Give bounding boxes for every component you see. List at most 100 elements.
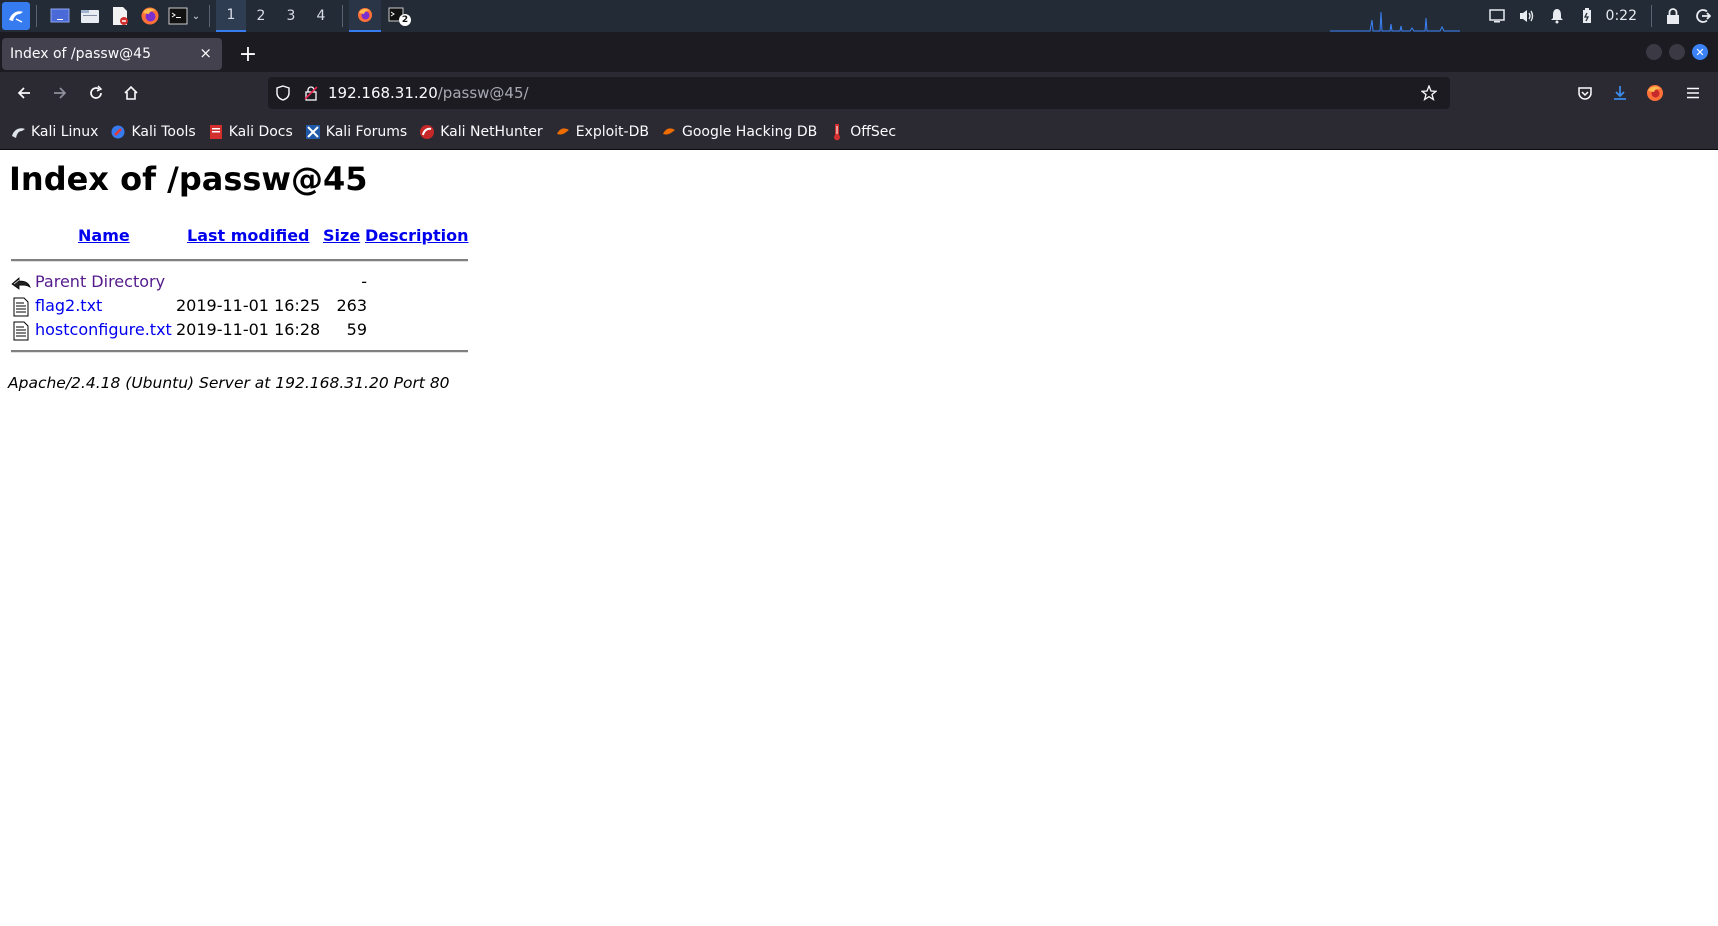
workspace-2[interactable]: 2 xyxy=(246,0,276,32)
table-row: flag2.txt 2019-11-01 16:25 263 xyxy=(9,295,469,319)
divider xyxy=(11,350,468,353)
tab-close-button[interactable]: × xyxy=(199,44,212,62)
file-manager-launcher[interactable] xyxy=(77,3,103,29)
bookmark-label: Kali Linux xyxy=(31,123,99,140)
notifications-tray-button[interactable] xyxy=(1542,8,1572,24)
account-button[interactable] xyxy=(1643,81,1667,105)
monitor-icon xyxy=(1488,9,1505,23)
reload-button[interactable] xyxy=(84,81,108,105)
url-text: 192.168.31.20/passw@45/ xyxy=(328,84,529,102)
sort-by-size[interactable]: Size xyxy=(323,226,360,245)
page-title: Index of /passw@45 xyxy=(9,160,368,198)
bookmark-kali-tools[interactable]: Kali Tools xyxy=(110,123,196,140)
workspace-4[interactable]: 4 xyxy=(306,0,336,32)
minimize-button[interactable] xyxy=(1646,44,1662,60)
taskbar-firefox[interactable] xyxy=(349,0,381,32)
taskbar-terminal[interactable]: 2 xyxy=(381,0,413,32)
star-icon xyxy=(1421,85,1437,101)
back-button[interactable] xyxy=(12,81,36,105)
bookmark-label: Kali Docs xyxy=(228,123,293,140)
bookmark-label: Exploit-DB xyxy=(575,123,649,140)
tracking-protection-button[interactable] xyxy=(274,84,292,102)
terminal-count-badge: 2 xyxy=(399,14,411,26)
firefox-icon xyxy=(141,7,159,25)
browser-tab-bar: Index of /passw@45 × + ✕ xyxy=(0,32,1718,72)
terminal-launcher[interactable] xyxy=(167,3,189,29)
menu-button[interactable] xyxy=(1681,81,1705,105)
firefox-account-icon xyxy=(1647,85,1663,101)
network-activity-graph xyxy=(1330,11,1460,32)
desktop-icon xyxy=(50,8,70,23)
pocket-button[interactable] xyxy=(1573,81,1597,105)
volume-tray-button[interactable] xyxy=(1512,8,1542,24)
panel-separator xyxy=(342,5,343,27)
shield-icon xyxy=(276,85,290,101)
entry-size: 263 xyxy=(336,296,367,315)
kali-dragon-icon xyxy=(9,11,23,23)
clock[interactable]: 0:22 xyxy=(1602,8,1645,24)
kali-tools-icon xyxy=(110,124,126,140)
text-editor-icon xyxy=(113,7,128,25)
sort-by-name[interactable]: Name xyxy=(78,226,130,245)
new-tab-button[interactable]: + xyxy=(234,40,262,68)
url-bar[interactable]: 192.168.31.20/passw@45/ xyxy=(268,77,1450,109)
bookmark-kali-forums[interactable]: Kali Forums xyxy=(305,124,407,140)
close-window-button[interactable]: ✕ xyxy=(1692,44,1708,60)
terminal-icon xyxy=(168,7,188,25)
file-link-flag2[interactable]: flag2.txt xyxy=(35,296,102,315)
bookmark-label: Kali Tools xyxy=(131,123,196,140)
bookmark-kali-linux[interactable]: Kali Linux xyxy=(10,124,98,140)
bookmark-kali-nethunter[interactable]: Kali NetHunter xyxy=(419,124,543,140)
ghdb-icon xyxy=(661,124,677,140)
workspace-label: 2 xyxy=(256,8,266,24)
bookmark-google-hacking-db[interactable]: Google Hacking DB xyxy=(661,124,817,140)
lock-icon xyxy=(1667,8,1679,24)
file-link-hostconfigure[interactable]: hostconfigure.txt xyxy=(35,320,172,339)
text-editor-launcher[interactable] xyxy=(107,3,133,29)
pocket-icon xyxy=(1578,87,1592,100)
page-content: Index of /passw@45 Name Last modified Si… xyxy=(0,150,1718,926)
entry-size: 59 xyxy=(346,320,367,339)
battery-tray-button[interactable] xyxy=(1572,8,1602,24)
tab-active[interactable]: Index of /passw@45 × xyxy=(2,38,222,70)
url-path: /passw@45/ xyxy=(437,84,529,102)
maximize-button[interactable] xyxy=(1669,44,1685,60)
logout-button[interactable] xyxy=(1688,8,1718,24)
bookmark-offsec[interactable]: OffSec xyxy=(829,123,896,140)
system-tray: 0:22 xyxy=(1482,0,1718,32)
firefox-launcher[interactable] xyxy=(137,3,163,29)
bookmark-star-button[interactable] xyxy=(1420,84,1438,102)
nethunter-icon xyxy=(419,124,435,140)
top-panel: ⌄ 1 2 3 4 2 0:22 xyxy=(0,0,1718,32)
table-row: Parent Directory - xyxy=(9,271,469,295)
panel-separator xyxy=(36,5,37,27)
workspace-3[interactable]: 3 xyxy=(276,0,306,32)
parent-directory-link[interactable]: Parent Directory xyxy=(35,272,165,291)
forward-button[interactable] xyxy=(48,81,72,105)
sort-by-description[interactable]: Description xyxy=(365,226,468,245)
display-tray-button[interactable] xyxy=(1482,9,1512,23)
workspace-label: 3 xyxy=(286,8,296,24)
sort-by-last-modified[interactable]: Last modified xyxy=(187,226,310,245)
workspace-1[interactable]: 1 xyxy=(216,0,246,32)
home-button[interactable] xyxy=(119,81,143,105)
bookmark-kali-docs[interactable]: Kali Docs xyxy=(208,124,293,140)
kali-forums-icon xyxy=(305,124,321,140)
tab-title: Index of /passw@45 xyxy=(10,46,151,62)
back-arrow-icon xyxy=(11,277,31,290)
workspace-label: 1 xyxy=(226,7,236,23)
downloads-button[interactable] xyxy=(1608,81,1632,105)
offsec-icon xyxy=(829,123,845,140)
terminal-dropdown[interactable]: ⌄ xyxy=(189,3,203,29)
kali-menu-button[interactable] xyxy=(2,2,30,30)
workspace-label: 4 xyxy=(316,8,326,24)
bookmark-label: Kali Forums xyxy=(325,123,408,140)
hamburger-menu-icon xyxy=(1687,87,1699,99)
lock-screen-button[interactable] xyxy=(1658,8,1688,24)
site-info-button[interactable] xyxy=(302,84,320,102)
show-desktop-launcher[interactable] xyxy=(47,3,73,29)
panel-separator xyxy=(209,5,210,27)
bookmark-exploit-db[interactable]: Exploit-DB xyxy=(555,124,649,140)
divider xyxy=(11,259,468,262)
panel-separator xyxy=(1651,5,1652,27)
